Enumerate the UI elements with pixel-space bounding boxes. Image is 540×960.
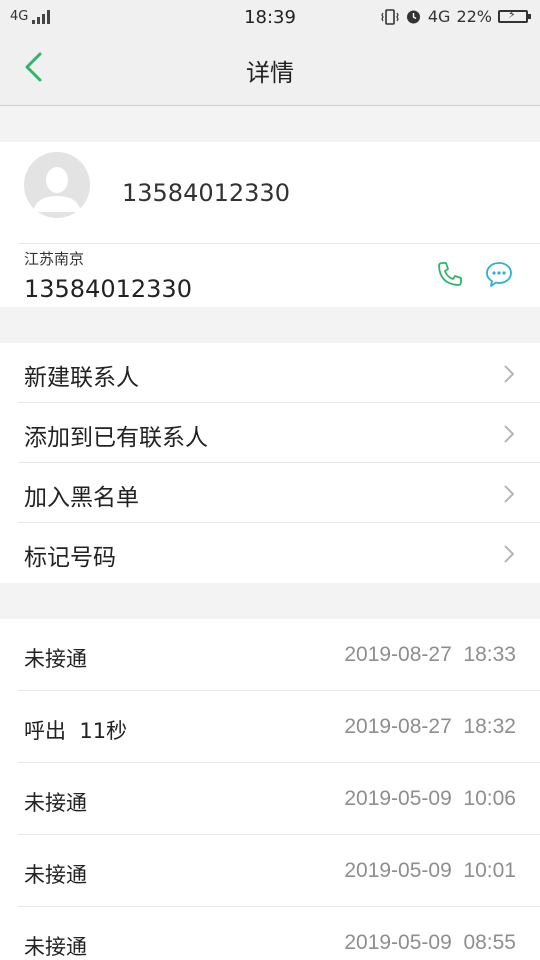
call-type: 未接通 [24, 647, 87, 671]
call-date: 2019-05-09 [344, 931, 452, 954]
call-datetime: 2019-05-09 10:06 [344, 787, 516, 811]
battery-icon: ⚡ [498, 8, 531, 23]
call-type: 未接通 [24, 935, 87, 959]
action-label: 加入黑名单 [24, 485, 139, 511]
add-to-blacklist-item[interactable]: 加入黑名单 [0, 463, 540, 523]
call-log-row: 呼出 11秒 2019-08-27 18:32 [0, 691, 540, 763]
call-date: 2019-05-09 [344, 787, 452, 810]
location-label: 江苏南京 [24, 250, 85, 268]
call-datetime: 2019-08-27 18:33 [344, 643, 516, 667]
call-datetime: 2019-05-09 08:55 [344, 931, 516, 955]
call-time: 18:32 [463, 715, 516, 738]
new-contact-item[interactable]: 新建联系人 [0, 343, 540, 403]
action-list: 新建联系人 添加到已有联系人 加入黑名单 标记号码 [0, 343, 540, 583]
call-log-row: 未接通 2019-05-09 08:55 [0, 907, 540, 960]
action-label: 新建联系人 [24, 365, 139, 391]
page-title: 详情 [246, 59, 294, 87]
message-button[interactable] [485, 260, 513, 288]
mark-number-item[interactable]: 标记号码 [0, 523, 540, 583]
contact-number: 13584012330 [122, 179, 290, 207]
title-bar: 详情 [0, 36, 540, 106]
call-log-row: 未接通 2019-08-27 18:33 [0, 619, 540, 691]
phone-number: 13584012330 [24, 275, 192, 303]
call-time: 10:01 [463, 859, 516, 882]
call-date: 2019-08-27 [344, 715, 452, 738]
phone-icon [438, 262, 462, 286]
call-time: 10:06 [463, 787, 516, 810]
vibrate-icon [381, 8, 399, 25]
battery-percent: 22% [456, 7, 492, 26]
call-button[interactable] [436, 260, 464, 288]
chevron-right-icon [504, 545, 515, 563]
add-to-existing-contact-item[interactable]: 添加到已有联系人 [0, 403, 540, 463]
call-time: 18:33 [463, 643, 516, 666]
contact-card: 13584012330 江苏南京 13584012330 [0, 142, 540, 307]
status-right: 4G 22% ⚡ [381, 7, 531, 26]
screen: 4G 18:39 4G 22% ⚡ 详情 13584012330 江苏南京 13… [0, 0, 540, 960]
call-datetime: 2019-08-27 18:32 [344, 715, 516, 739]
status-bar: 4G 18:39 4G 22% ⚡ [0, 0, 540, 36]
call-log-row: 未接通 2019-05-09 10:01 [0, 835, 540, 907]
message-icon [486, 262, 512, 287]
alarm-icon [406, 10, 420, 24]
call-type: 呼出 11秒 [24, 719, 128, 743]
chevron-right-icon [504, 425, 515, 443]
action-label: 添加到已有联系人 [24, 425, 208, 451]
call-type: 未接通 [24, 863, 87, 887]
call-log-list: 未接通 2019-08-27 18:33 呼出 11秒 2019-08-27 1… [0, 619, 540, 960]
network-type-right: 4G [427, 7, 451, 26]
chevron-right-icon [504, 365, 515, 383]
action-label: 标记号码 [24, 545, 116, 571]
avatar [24, 152, 90, 218]
default-avatar-icon [24, 152, 90, 218]
call-log-row: 未接通 2019-05-09 10:06 [0, 763, 540, 835]
chevron-right-icon [504, 485, 515, 503]
call-time: 08:55 [463, 931, 516, 954]
divider [18, 243, 540, 244]
call-datetime: 2019-05-09 10:01 [344, 859, 516, 883]
call-date: 2019-08-27 [344, 643, 452, 666]
call-date: 2019-05-09 [344, 859, 452, 882]
call-type: 未接通 [24, 791, 87, 815]
